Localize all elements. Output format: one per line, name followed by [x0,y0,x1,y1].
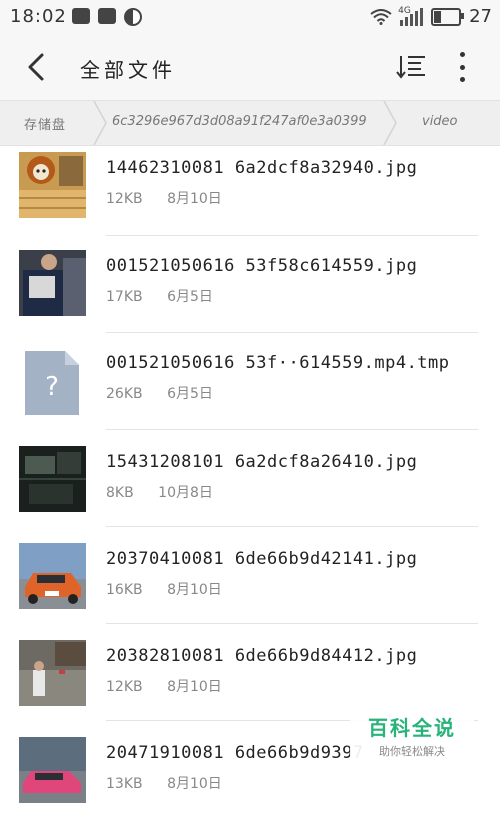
file-name: 20382810081 6de66b9d84412.jpg [106,646,418,666]
file-meta: 12KB 8月10日 [106,188,222,208]
status-bar: 18:02 4G 27 [0,0,500,34]
sort-icon[interactable] [396,54,426,80]
list-item[interactable]: ? 001521050616 53f··614559.mp4.tmp 26KB … [0,333,500,430]
watermark-title: 百科全说 [368,716,456,740]
file-date: 8月10日 [167,582,222,598]
image-icon [72,8,90,24]
thumbnail-image [19,640,86,706]
watermark-subtitle: 助你轻松解决 [379,745,445,758]
file-meta: 16KB 8月10日 [106,579,222,599]
chevron-right-icon [383,101,397,145]
file-name: 001521050616 53f··614559.mp4.tmp [106,353,450,373]
file-date: 8月10日 [167,679,222,695]
back-arrow-icon[interactable] [22,52,50,82]
file-name: 20370410081 6de66b9d42141.jpg [106,549,418,569]
file-name: 14462310081 6a2dcf8a32940.jpg [106,158,418,178]
file-meta: 8KB 10月8日 [106,482,213,502]
file-size: 17KB [106,289,143,305]
file-name: 001521050616 53f58c614559.jpg [106,256,418,276]
chat-bubble-icon [98,8,116,24]
list-item[interactable]: 15431208101 6a2dcf8a26410.jpg 8KB 10月8日 [0,430,500,527]
thumbnail-image [19,446,86,512]
system-icons: 4G 27 [370,6,492,27]
unknown-file-icon: ? [25,351,79,415]
file-meta: 12KB 8月10日 [106,676,222,696]
battery-icon [431,7,465,26]
file-size: 8KB [106,485,134,501]
file-size: 16KB [106,582,143,598]
breadcrumb-item-video[interactable]: video [422,114,458,129]
file-size: 12KB [106,679,143,695]
thumbnail-image [19,543,86,609]
file-size: 26KB [106,386,143,402]
file-meta: 17KB 6月5日 [106,286,213,306]
breadcrumb-item-storage[interactable]: 存储盘 [24,114,66,133]
thumbnail-image [19,152,86,218]
notification-icons [72,8,142,26]
list-item[interactable]: 001521050616 53f58c614559.jpg 17KB 6月5日 [0,236,500,333]
file-meta: 26KB 6月5日 [106,383,213,403]
network-type: 4G [398,5,411,16]
signal-icon: 4G [398,5,424,26]
chevron-right-icon [93,101,107,145]
wifi-icon [370,8,392,25]
watermark-logo: 百科全说 助你轻松解决 [350,706,474,764]
battery-level [434,10,442,23]
breadcrumb: 存储盘 6c3296e967d3d08a91f247af0e3a0399 vid… [0,100,500,146]
svg-text:?: ? [45,372,59,402]
file-name: 20471910081 6de66b9d9397 [106,743,364,763]
thumbnail-image [19,250,86,316]
breadcrumb-item-folder[interactable]: 6c3296e967d3d08a91f247af0e3a0399 [112,114,367,129]
page-title: 全部文件 [80,58,176,82]
app-bar: 全部文件 [0,34,500,100]
file-date: 6月5日 [167,386,213,402]
list-item[interactable]: 20370410081 6de66b9d42141.jpg 16KB 8月10日 [0,527,500,624]
file-date: 6月5日 [167,289,213,305]
status-time: 18:02 [10,6,67,27]
list-item[interactable]: 14462310081 6a2dcf8a32940.jpg 12KB 8月10日 [0,144,500,236]
file-size: 12KB [106,191,143,207]
more-options-icon[interactable] [452,52,472,82]
half-circle-icon [124,8,142,26]
file-date: 8月10日 [167,191,222,207]
thumbnail-image [19,737,86,803]
battery-text: 27 [469,6,492,27]
file-meta: 13KB 8月10日 [106,773,222,793]
file-name: 15431208101 6a2dcf8a26410.jpg [106,452,418,472]
file-date: 10月8日 [158,485,213,501]
